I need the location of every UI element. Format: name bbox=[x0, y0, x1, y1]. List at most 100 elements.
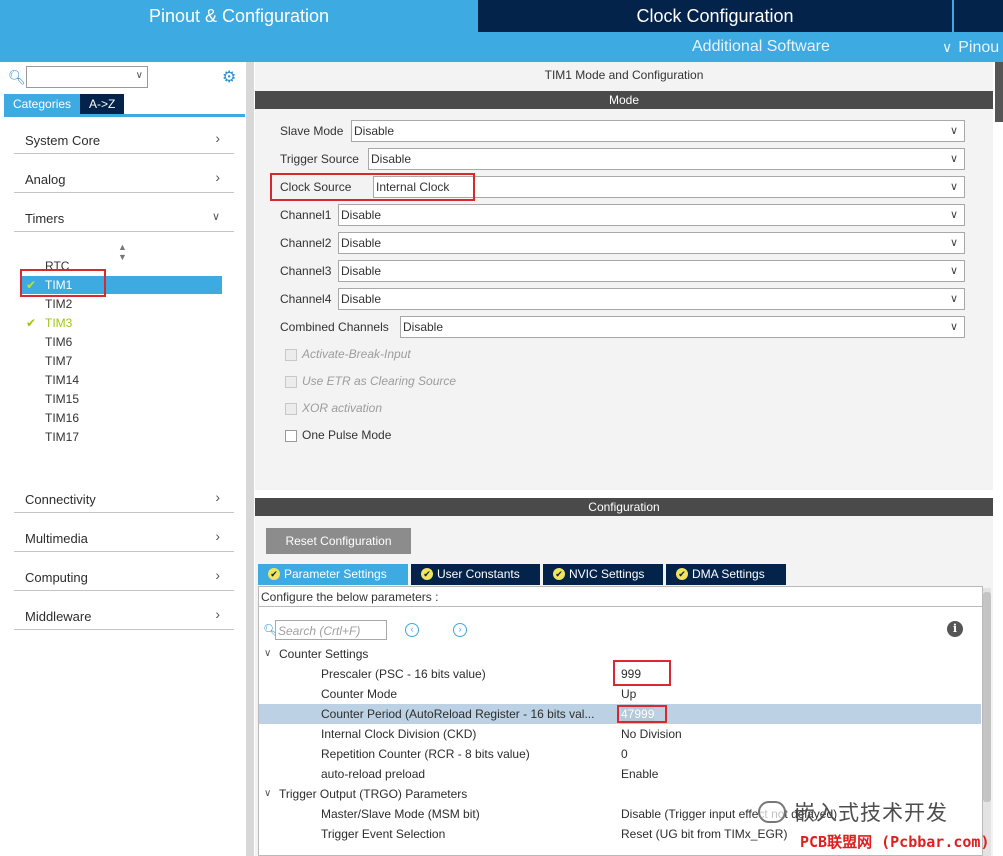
highlight-box bbox=[617, 705, 667, 723]
param-row-clock-division[interactable]: Internal Clock Division (CKD) No Divisio… bbox=[259, 724, 981, 744]
tab-a-to-z[interactable]: A->Z bbox=[80, 94, 125, 114]
timer-item-tim7[interactable]: TIM7 bbox=[20, 352, 222, 370]
pinout-menu[interactable]: ∨ Pinou bbox=[942, 36, 999, 58]
category-search-row: 🔍︎ ∨ ⚙ bbox=[8, 66, 244, 90]
search-icon: 🔍︎ bbox=[8, 69, 26, 85]
combined-channels-value: Disable bbox=[403, 320, 444, 334]
chevron-down-icon: ∨ bbox=[949, 125, 958, 137]
parameter-search-input[interactable]: Search (Crtl+F) bbox=[275, 620, 387, 640]
param-value[interactable]: No Division bbox=[621, 724, 682, 744]
info-icon[interactable]: i bbox=[947, 621, 963, 637]
channel3-select[interactable]: Disable ∨ bbox=[338, 260, 965, 282]
channel4-label: Channel4 bbox=[280, 292, 332, 306]
chevron-down-icon: ∨ bbox=[949, 209, 958, 221]
tab-parameter-settings[interactable]: ✔ Parameter Settings bbox=[258, 564, 408, 585]
channel1-label: Channel1 bbox=[280, 208, 332, 222]
check-circle-icon: ✔ bbox=[268, 568, 280, 580]
additional-software-link[interactable]: Additional Software bbox=[692, 36, 830, 58]
tab-nvic-settings[interactable]: ✔ NVIC Settings bbox=[543, 564, 663, 585]
activate-break-input-label: Activate-Break-Input bbox=[302, 347, 411, 361]
right-edge-panel bbox=[995, 62, 1003, 856]
use-etr-label: Use ETR as Clearing Source bbox=[302, 374, 457, 388]
chevron-right-icon: › bbox=[215, 567, 220, 583]
check-icon: ✔ bbox=[26, 316, 37, 330]
trigger-source-select[interactable]: Disable ∨ bbox=[368, 148, 965, 170]
category-tabs: Categories A->Z bbox=[4, 94, 125, 114]
category-label: Multimedia bbox=[25, 531, 88, 546]
xor-activation-checkbox[interactable] bbox=[285, 403, 297, 415]
tab-label: Parameter Settings bbox=[284, 567, 387, 581]
timer-item-tim6[interactable]: TIM6 bbox=[20, 333, 222, 351]
timer-item-tim16[interactable]: TIM16 bbox=[20, 409, 222, 427]
chevron-right-icon: › bbox=[215, 489, 220, 505]
tab-dma-settings[interactable]: ✔ DMA Settings bbox=[666, 564, 786, 585]
tab-categories[interactable]: Categories bbox=[4, 94, 81, 114]
timer-item-tim15[interactable]: TIM15 bbox=[20, 390, 222, 408]
timer-label: TIM14 bbox=[45, 373, 80, 387]
reset-configuration-button[interactable]: Reset Configuration bbox=[266, 528, 411, 554]
use-etr-checkbox[interactable] bbox=[285, 376, 297, 388]
channel4-select[interactable]: Disable ∨ bbox=[338, 288, 965, 310]
param-row-repetition-counter[interactable]: Repetition Counter (RCR - 8 bits value) … bbox=[259, 744, 981, 764]
one-pulse-mode-checkbox[interactable] bbox=[285, 430, 297, 442]
param-name: Counter Period (AutoReload Register - 16… bbox=[321, 707, 595, 721]
tab-more[interactable] bbox=[954, 0, 1003, 32]
chevron-down-icon: ∨ bbox=[949, 265, 958, 277]
channel2-select[interactable]: Disable ∨ bbox=[338, 232, 965, 254]
next-result-icon[interactable]: › bbox=[453, 623, 467, 637]
category-system-core[interactable]: System Core › bbox=[14, 124, 234, 154]
chevron-down-icon: ∨ bbox=[949, 153, 958, 165]
timer-item-tim17[interactable]: TIM17 bbox=[20, 428, 222, 446]
timer-label: TIM7 bbox=[45, 354, 73, 368]
activate-break-input-checkbox[interactable] bbox=[285, 349, 297, 361]
top-header: Pinout & Configuration Clock Configurati… bbox=[0, 0, 1003, 62]
param-name: Trigger Event Selection bbox=[321, 827, 446, 841]
category-label: Connectivity bbox=[25, 492, 96, 507]
xor-activation-label: XOR activation bbox=[302, 401, 383, 415]
timer-item-tim2[interactable]: TIM2 bbox=[20, 295, 222, 313]
previous-result-icon[interactable]: ‹ bbox=[405, 623, 419, 637]
param-name: auto-reload preload bbox=[321, 767, 426, 781]
param-row-auto-reload-preload[interactable]: auto-reload preload Enable bbox=[259, 764, 981, 784]
slave-mode-label: Slave Mode bbox=[280, 124, 344, 138]
gear-icon[interactable]: ⚙ bbox=[222, 67, 236, 87]
chevron-down-icon: ∨ bbox=[949, 321, 958, 333]
trigger-source-value: Disable bbox=[371, 152, 412, 166]
tab-user-constants[interactable]: ✔ User Constants bbox=[411, 564, 540, 585]
timer-label: TIM17 bbox=[45, 430, 80, 444]
watermark: 嵌入式技术开发 PCB联盟网 (Pcbbar.com) bbox=[752, 795, 1003, 856]
param-value[interactable]: 0 bbox=[621, 744, 628, 764]
panel-splitter[interactable] bbox=[246, 62, 254, 856]
chevron-down-icon: ∨ bbox=[264, 648, 272, 659]
param-value[interactable]: Enable bbox=[621, 764, 658, 784]
category-computing[interactable]: Computing › bbox=[14, 561, 234, 591]
category-middleware[interactable]: Middleware › bbox=[14, 600, 234, 630]
param-name: Repetition Counter (RCR - 8 bits value) bbox=[321, 747, 530, 761]
slave-mode-select[interactable]: Disable ∨ bbox=[351, 120, 965, 142]
chevron-down-icon: ∨ bbox=[135, 70, 143, 81]
timer-item-tim3[interactable]: ✔ TIM3 bbox=[20, 314, 222, 332]
highlight-box bbox=[613, 660, 671, 686]
param-name: Master/Slave Mode (MSM bit) bbox=[321, 807, 480, 821]
tab-label: NVIC Settings bbox=[569, 567, 645, 581]
channel1-select[interactable]: Disable ∨ bbox=[338, 204, 965, 226]
category-multimedia[interactable]: Multimedia › bbox=[14, 522, 234, 552]
category-search-input[interactable]: ∨ bbox=[26, 66, 148, 88]
category-analog[interactable]: Analog › bbox=[14, 163, 234, 193]
chevron-down-icon: ∨ bbox=[949, 181, 958, 193]
channel3-value: Disable bbox=[341, 264, 382, 278]
combined-channels-select[interactable]: Disable ∨ bbox=[400, 316, 965, 338]
watermark-text: 嵌入式技术开发 bbox=[794, 802, 948, 825]
category-connectivity[interactable]: Connectivity › bbox=[14, 483, 234, 513]
category-timers[interactable]: Timers ∨ bbox=[14, 202, 234, 232]
timer-item-tim14[interactable]: TIM14 bbox=[20, 371, 222, 389]
timer-label: TIM6 bbox=[45, 335, 73, 349]
tab-clock-configuration[interactable]: Clock Configuration bbox=[478, 0, 952, 32]
param-row-counter-mode[interactable]: Counter Mode Up bbox=[259, 684, 981, 704]
scrollbar-thumb[interactable] bbox=[983, 592, 991, 802]
chevron-right-icon: › bbox=[215, 528, 220, 544]
tab-pinout-configuration[interactable]: Pinout & Configuration bbox=[0, 0, 478, 32]
chevron-right-icon: › bbox=[215, 606, 220, 622]
param-value[interactable]: Up bbox=[621, 684, 636, 704]
collapse-handle[interactable] bbox=[995, 62, 1003, 122]
